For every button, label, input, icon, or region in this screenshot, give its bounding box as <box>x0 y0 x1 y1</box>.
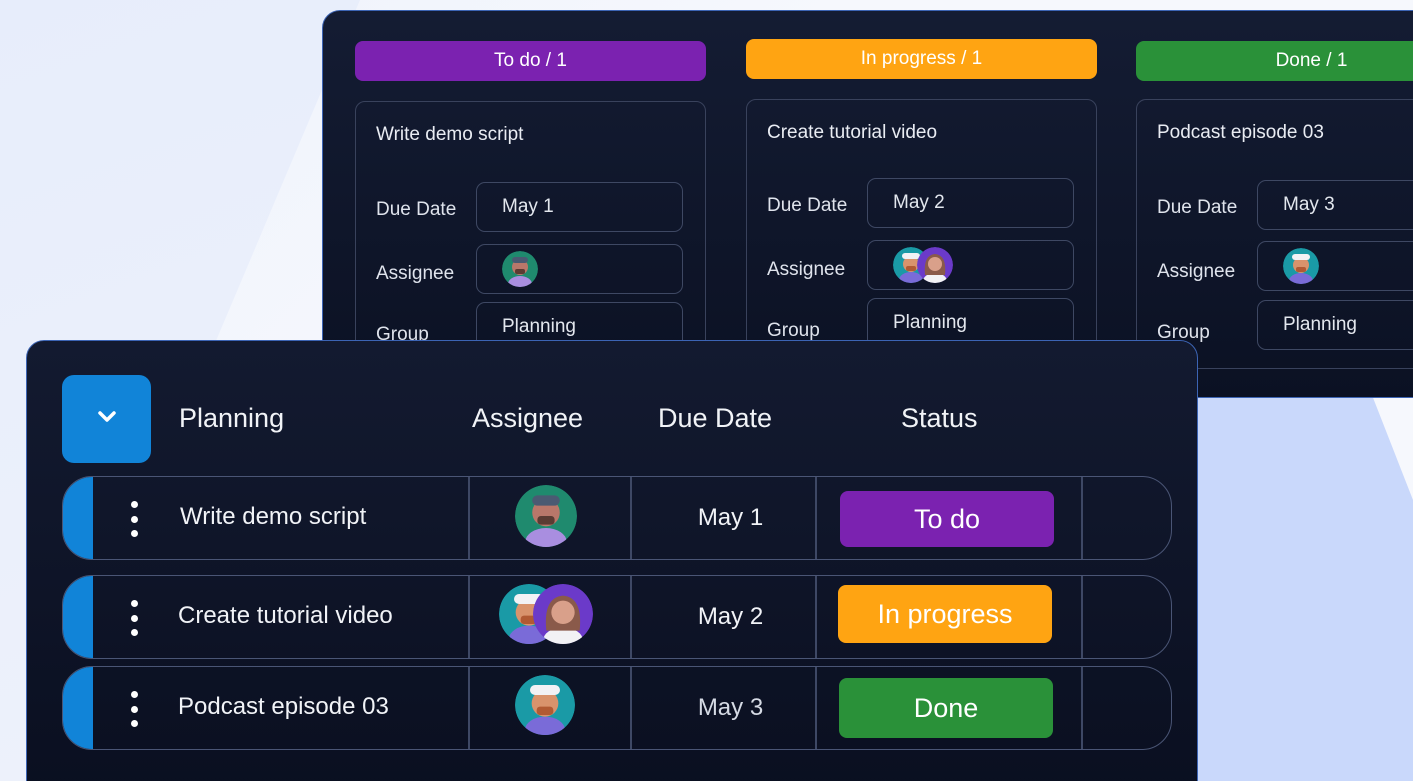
man-cap-avatar <box>515 675 575 735</box>
due-date-cell[interactable]: May 2 <box>638 603 823 631</box>
column-header-due-date[interactable]: Due Date <box>658 403 772 434</box>
due-date-field[interactable]: May 2 <box>867 178 1074 228</box>
column-header-todo[interactable]: To do / 1 <box>355 41 706 81</box>
column-divider <box>1081 667 1083 749</box>
column-header-done[interactable]: Done / 1 <box>1136 41 1413 81</box>
man-cap-avatar <box>1283 248 1319 284</box>
assignee-field[interactable] <box>476 244 683 294</box>
column-divider <box>815 576 817 658</box>
chevron-down-icon <box>95 409 119 430</box>
column-divider <box>468 477 470 559</box>
more-options-icon[interactable] <box>127 501 141 537</box>
task-title[interactable]: Write demo script <box>180 503 366 531</box>
group-title: Planning <box>179 403 285 433</box>
assignee-label: Assignee <box>376 263 455 284</box>
collapse-group-button[interactable] <box>62 375 151 463</box>
row-handle[interactable] <box>63 667 93 749</box>
table-row[interactable]: Write demo script May 1 To do <box>62 476 1172 560</box>
group-field[interactable]: Planning <box>1257 300 1413 350</box>
due-date-cell[interactable]: May 1 <box>638 504 823 532</box>
task-card[interactable]: Podcast episode 03 Due Date May 3 Assign… <box>1136 99 1413 369</box>
task-title[interactable]: Podcast episode 03 <box>178 693 389 721</box>
assignee-field[interactable] <box>867 240 1074 290</box>
woman-purple-avatar <box>917 247 953 283</box>
column-header-in-progress[interactable]: In progress / 1 <box>746 39 1097 79</box>
table-row[interactable]: Podcast episode 03 May 3 Done <box>62 666 1172 750</box>
column-divider <box>1081 477 1083 559</box>
column-header-assignee[interactable]: Assignee <box>472 403 583 434</box>
card-title: Write demo script <box>376 124 524 145</box>
due-date-label: Due Date <box>767 195 848 216</box>
column-divider <box>630 667 632 749</box>
background-shape <box>1180 390 1413 781</box>
row-handle[interactable] <box>63 576 93 658</box>
man-teal-avatar <box>502 251 538 287</box>
man-teal-avatar <box>515 485 577 547</box>
table-panel: Planning Assignee Due Date Status Write … <box>26 340 1198 781</box>
row-handle[interactable] <box>63 477 93 559</box>
card-title: Create tutorial video <box>767 122 938 143</box>
due-date-label: Due Date <box>376 199 457 220</box>
column-divider <box>468 667 470 749</box>
due-date-cell[interactable]: May 3 <box>638 694 823 722</box>
column-divider <box>1081 576 1083 658</box>
more-options-icon[interactable] <box>127 691 141 727</box>
column-divider <box>815 667 817 749</box>
group-label: Group <box>767 320 820 341</box>
due-date-field[interactable]: May 3 <box>1257 180 1413 230</box>
column-divider <box>630 477 632 559</box>
card-title: Podcast episode 03 <box>1157 122 1324 143</box>
column-divider <box>468 576 470 658</box>
assignee-label: Assignee <box>767 259 846 280</box>
task-title[interactable]: Create tutorial video <box>178 602 393 630</box>
task-card[interactable]: Create tutorial video Due Date May 2 Ass… <box>746 99 1097 369</box>
assignee-field[interactable] <box>1257 241 1413 291</box>
due-date-label: Due Date <box>1157 197 1238 218</box>
status-badge[interactable]: Done <box>839 678 1053 738</box>
task-card[interactable]: Write demo script Due Date May 1 Assigne… <box>355 101 706 371</box>
status-badge[interactable]: To do <box>840 491 1054 547</box>
column-divider <box>815 477 817 559</box>
column-header-status[interactable]: Status <box>901 403 978 434</box>
table-row[interactable]: Create tutorial video May 2 In progress <box>62 575 1172 659</box>
column-divider <box>630 576 632 658</box>
assignee-label: Assignee <box>1157 261 1236 282</box>
woman-purple-avatar <box>533 584 593 644</box>
more-options-icon[interactable] <box>127 600 141 636</box>
due-date-field[interactable]: May 1 <box>476 182 683 232</box>
status-badge[interactable]: In progress <box>838 585 1052 643</box>
